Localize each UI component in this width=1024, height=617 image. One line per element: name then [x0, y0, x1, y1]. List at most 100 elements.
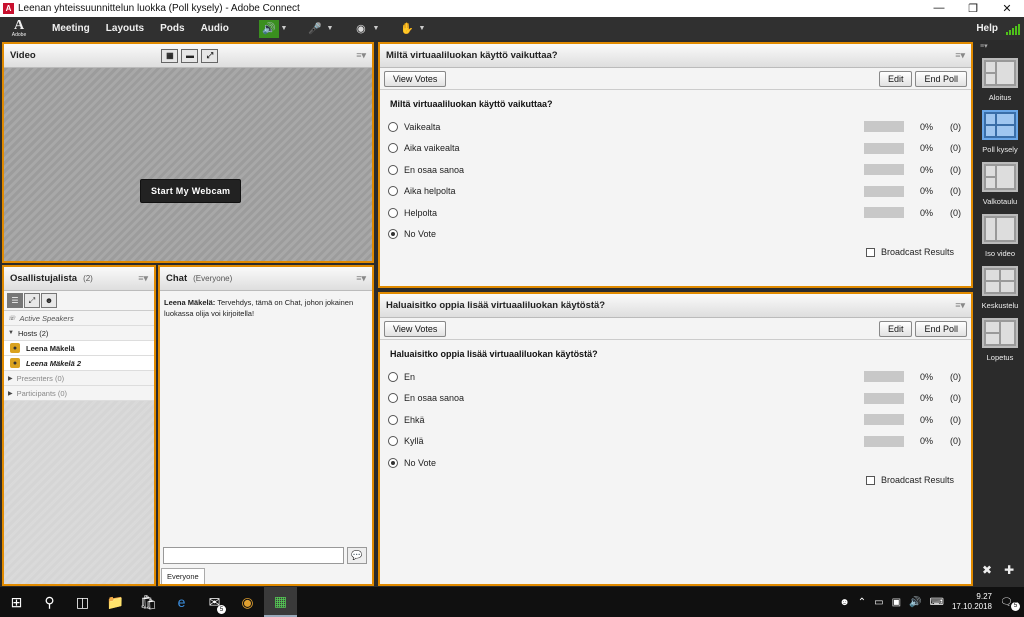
layouts-menu-icon[interactable]: ≡▾ [980, 42, 988, 50]
layout-valkotaulu[interactable]: Valkotaulu [979, 162, 1021, 206]
speaker-control[interactable]: 🔊 ▼ [258, 19, 289, 38]
layout-lopetus[interactable]: Lopetus [979, 318, 1021, 362]
radio-button[interactable] [388, 371, 398, 382]
webcam-icon[interactable]: ◉ [351, 20, 371, 38]
checkbox[interactable] [866, 475, 875, 485]
poll-option[interactable]: Kyllä 0% (0) [380, 431, 971, 453]
search-icon[interactable]: ⚲ [33, 587, 66, 617]
tools-icon[interactable]: ✖ [982, 563, 992, 577]
mail-icon[interactable]: ✉ 5 [198, 587, 231, 617]
minimize-button[interactable]: — [922, 2, 956, 15]
participants-group[interactable]: ▶ Participants (0) [4, 386, 154, 401]
system-clock[interactable]: 9.27 17.10.2018 [952, 592, 992, 612]
radio-button[interactable] [388, 143, 398, 154]
webcam-control[interactable]: ◉ ▼ [351, 20, 381, 38]
poll-option[interactable]: Aika helpolta 0% (0) [380, 181, 971, 203]
adobe-connect-taskbar-icon[interactable]: ▦ [264, 587, 297, 617]
chevron-down-icon[interactable]: ▼ [371, 25, 381, 32]
fullscreen-icon[interactable]: ⤢ [201, 48, 219, 63]
layout-iso-video[interactable]: Iso video [979, 214, 1021, 258]
maximize-button[interactable]: ❐ [956, 2, 990, 15]
filmstrip-view-icon[interactable]: ▬ [181, 48, 199, 63]
poll-option[interactable]: Aika vaikealta 0% (0) [380, 138, 971, 160]
edge-icon[interactable]: e [165, 587, 198, 617]
menu-meeting[interactable]: Meeting [52, 23, 90, 34]
raise-hand-icon[interactable]: ✋ [397, 20, 417, 38]
chevron-right-icon[interactable]: ▶ [8, 390, 13, 397]
menu-pods[interactable]: Pods [160, 23, 184, 34]
end-poll-button[interactable]: End Poll [915, 70, 967, 87]
view-votes-button[interactable]: View Votes [384, 70, 447, 87]
poll-option-no-vote[interactable]: No Vote [380, 224, 971, 246]
chevron-down-icon[interactable]: ▼ [325, 25, 335, 32]
radio-button[interactable] [388, 186, 398, 197]
tray-chevron-icon[interactable]: ⌃ [858, 597, 866, 608]
list-view-icon[interactable]: ☰ [7, 293, 23, 308]
presenters-group[interactable]: ▶ Presenters (0) [4, 371, 154, 386]
checkbox[interactable] [866, 247, 875, 257]
menu-help[interactable]: Help [976, 23, 998, 34]
radio-button-selected[interactable] [388, 229, 398, 240]
radio-button[interactable] [388, 121, 398, 132]
battery-icon[interactable]: ▭ [874, 597, 883, 608]
broadcast-results-checkbox[interactable]: Broadcast Results [866, 475, 954, 485]
broadcast-results-checkbox[interactable]: Broadcast Results [866, 247, 954, 257]
radio-button[interactable] [388, 436, 398, 447]
chevron-down-icon[interactable]: ▼ [417, 25, 427, 32]
layout-keskustelu[interactable]: Keskustelu [979, 266, 1021, 310]
poll-option-no-vote[interactable]: No Vote [380, 452, 971, 474]
poll-option[interactable]: Ehkä 0% (0) [380, 409, 971, 431]
task-view-icon[interactable]: ◫ [66, 587, 99, 617]
list-item[interactable]: ● Leena Mäkelä 2 [4, 356, 154, 371]
chat-tab-everyone[interactable]: Everyone [161, 568, 205, 584]
poll-option[interactable]: En osaa sanoa 0% (0) [380, 159, 971, 181]
send-message-icon[interactable]: 💬 [347, 547, 367, 564]
pod-menu-icon[interactable]: ≡▾ [138, 273, 148, 284]
edit-button[interactable]: Edit [878, 70, 913, 87]
chevron-down-icon[interactable]: ▼ [279, 25, 289, 32]
edit-button[interactable]: Edit [878, 320, 913, 337]
microphone-icon[interactable]: 🎤 [305, 20, 325, 38]
network-icon[interactable]: ▣ [892, 597, 901, 608]
volume-icon[interactable]: 🔊 [909, 597, 921, 608]
start-webcam-button[interactable]: Start My Webcam [140, 179, 242, 203]
radio-button[interactable] [388, 393, 398, 404]
chevron-down-icon[interactable]: ▼ [8, 330, 14, 336]
add-layout-icon[interactable]: ✚ [1004, 563, 1014, 577]
grid-view-icon[interactable]: ▦ [161, 48, 179, 63]
hosts-group[interactable]: ▼ Hosts (2) [4, 326, 154, 341]
chat-input[interactable] [163, 547, 344, 564]
radio-button-selected[interactable] [388, 457, 398, 468]
poll-option[interactable]: En osaa sanoa 0% (0) [380, 388, 971, 410]
menu-audio[interactable]: Audio [201, 23, 229, 34]
speaker-icon[interactable]: 🔊 [258, 19, 279, 38]
layout-poll-kysely[interactable]: Poll kysely [979, 110, 1021, 154]
poll-option[interactable]: Helpolta 0% (0) [380, 202, 971, 224]
pod-menu-icon[interactable]: ≡▾ [356, 50, 366, 61]
chevron-right-icon[interactable]: ▶ [8, 375, 13, 382]
windows-start-icon[interactable]: ⊞ [0, 587, 33, 617]
poll-option[interactable]: En 0% (0) [380, 366, 971, 388]
status-control[interactable]: ✋ ▼ [397, 20, 427, 38]
radio-button[interactable] [388, 207, 398, 218]
pod-menu-icon[interactable]: ≡▾ [955, 300, 965, 311]
user-status-icon[interactable]: ☻ [41, 293, 57, 308]
breakout-icon[interactable]: ⤢ [24, 293, 40, 308]
microphone-control[interactable]: 🎤 ▼ [305, 20, 335, 38]
close-button[interactable]: ✕ [990, 2, 1024, 15]
poll-option[interactable]: Vaikealta 0% (0) [380, 116, 971, 138]
notifications-icon[interactable]: 🗨 5 [1000, 597, 1020, 611]
chrome-icon[interactable]: ◉ [231, 587, 264, 617]
people-icon[interactable]: ☻ [839, 597, 850, 608]
layout-aloitus[interactable]: Aloitus [979, 58, 1021, 102]
file-explorer-icon[interactable]: 📁 [99, 587, 132, 617]
view-votes-button[interactable]: View Votes [384, 320, 447, 337]
keyboard-icon[interactable]: ⌨ [930, 597, 944, 608]
pod-menu-icon[interactable]: ≡▾ [356, 273, 366, 284]
store-icon[interactable]: 🛍 [132, 587, 165, 617]
menu-layouts[interactable]: Layouts [106, 23, 144, 34]
end-poll-button[interactable]: End Poll [915, 320, 967, 337]
list-item[interactable]: ● Leena Mäkelä [4, 341, 154, 356]
radio-button[interactable] [388, 414, 398, 425]
radio-button[interactable] [388, 164, 398, 175]
